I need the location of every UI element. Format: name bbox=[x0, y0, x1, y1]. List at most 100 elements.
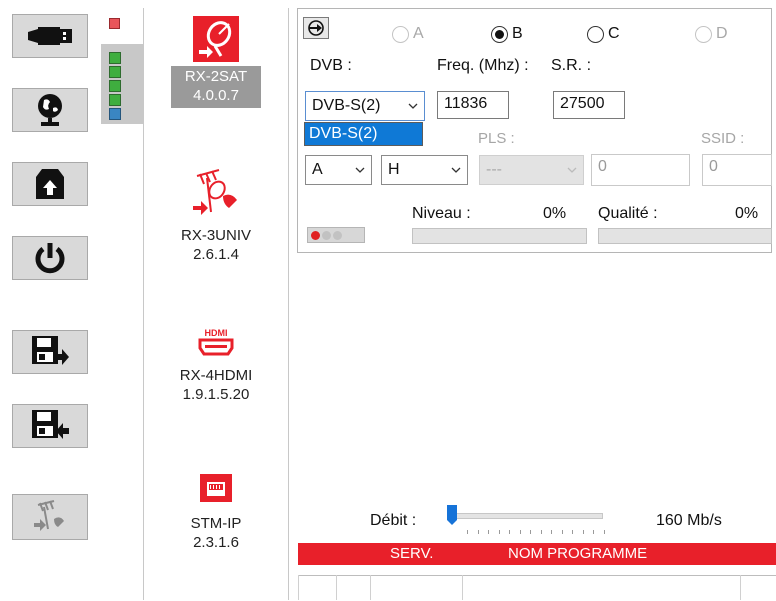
device-name: RX-3UNIV bbox=[180, 227, 251, 244]
radio-circle bbox=[587, 25, 604, 43]
device-name: RX-2SAT bbox=[184, 68, 248, 85]
antenna-config-button[interactable] bbox=[12, 494, 88, 540]
usb-button[interactable] bbox=[12, 14, 88, 58]
module-led-4 bbox=[109, 94, 121, 106]
radio-label: A bbox=[413, 25, 424, 42]
usb-icon bbox=[28, 27, 72, 45]
lock-led-3 bbox=[333, 230, 342, 240]
niveau-label: Niveau : bbox=[412, 205, 471, 222]
debit-label: Débit : bbox=[370, 512, 417, 529]
device-name: STM-IP bbox=[190, 515, 242, 532]
device-stm-ip[interactable]: STM-IP 2.3.1.6 bbox=[144, 470, 288, 552]
dvb-option[interactable]: DVB-S(2) bbox=[309, 125, 377, 142]
firmware-box-icon bbox=[36, 169, 64, 199]
antenna-cable-icon bbox=[193, 169, 237, 215]
polarity-select[interactable]: H bbox=[381, 155, 468, 185]
slider-tick bbox=[561, 530, 563, 534]
toolbar bbox=[0, 0, 100, 600]
ssid-input[interactable]: 0 bbox=[702, 154, 772, 186]
radio-circle bbox=[392, 25, 409, 43]
debit-slider-thumb[interactable] bbox=[447, 505, 457, 525]
lock-indicator bbox=[307, 227, 365, 243]
chevron-down-icon bbox=[567, 167, 577, 173]
dvb-option-list[interactable]: DVB-S(2) bbox=[304, 122, 423, 146]
module-led-5 bbox=[109, 108, 121, 120]
qualite-meter bbox=[598, 228, 772, 244]
save-export-button[interactable] bbox=[12, 330, 88, 374]
slider-tick bbox=[467, 530, 468, 534]
qualite-value: 0% bbox=[735, 205, 759, 222]
slider-tick bbox=[603, 530, 605, 534]
input-radio-a[interactable]: A bbox=[392, 25, 424, 43]
save-export-icon bbox=[32, 336, 69, 365]
input-radio-d[interactable]: D bbox=[695, 25, 728, 43]
polarity-band-select[interactable]: A bbox=[305, 155, 372, 185]
qualite-label: Qualité : bbox=[598, 205, 658, 222]
alarm-indicator bbox=[109, 18, 120, 29]
enter-arrow-icon bbox=[308, 20, 324, 36]
device-name: RX-4HDMI bbox=[179, 367, 253, 384]
pls-input[interactable]: 0 bbox=[591, 154, 690, 186]
slider-tick bbox=[488, 530, 489, 534]
device-label: RX-3UNIV 2.6.1.4 bbox=[144, 226, 288, 264]
device-rx-2sat[interactable]: RX-2SAT 4.0.0.7 bbox=[144, 16, 288, 108]
slider-tick bbox=[509, 530, 510, 534]
apply-button[interactable] bbox=[303, 17, 329, 39]
sr-input[interactable]: 27500 bbox=[553, 91, 625, 119]
slider-tick bbox=[540, 530, 542, 534]
slider-tick bbox=[530, 530, 531, 534]
debit-slider-track[interactable] bbox=[449, 513, 603, 519]
sr-label: S.R. : bbox=[551, 57, 592, 74]
antenna-config-icon bbox=[34, 500, 64, 531]
device-version: 2.3.1.6 bbox=[193, 534, 239, 551]
power-icon bbox=[35, 243, 65, 274]
module-status-stack bbox=[101, 44, 143, 124]
device-label: RX-2SAT 4.0.0.7 bbox=[171, 66, 261, 108]
device-label: STM-IP 2.3.1.6 bbox=[144, 514, 288, 552]
column-serv[interactable]: SERV. bbox=[390, 545, 433, 562]
load-import-icon bbox=[32, 410, 69, 439]
device-list: RX-2SAT 4.0.0.7 RX-3UNIV 2.6.1.4 HDMI RX… bbox=[143, 8, 289, 600]
slider-tick bbox=[551, 530, 552, 534]
table-gridline bbox=[370, 575, 371, 600]
pls-select-value: --- bbox=[486, 161, 502, 178]
radio-label: B bbox=[512, 25, 523, 42]
pls-mode-select[interactable]: --- bbox=[479, 155, 584, 185]
radio-circle bbox=[695, 25, 712, 43]
table-gridline bbox=[462, 575, 463, 600]
device-label: RX-4HDMI 1.9.1.5.20 bbox=[144, 366, 288, 404]
device-rx-4hdmi[interactable]: HDMI RX-4HDMI 1.9.1.5.20 bbox=[144, 326, 288, 404]
input-radio-b[interactable]: B bbox=[491, 25, 523, 43]
power-button[interactable] bbox=[12, 236, 88, 280]
column-nom-programme[interactable]: NOM PROGRAMME bbox=[508, 545, 647, 562]
slider-tick bbox=[593, 530, 594, 534]
module-led-1 bbox=[109, 52, 121, 64]
lock-led-2 bbox=[322, 230, 331, 240]
chevron-down-icon bbox=[408, 103, 418, 109]
input-radio-c[interactable]: C bbox=[587, 25, 620, 43]
table-gridline bbox=[298, 575, 299, 600]
chevron-down-icon bbox=[451, 167, 461, 173]
chevron-down-icon bbox=[355, 167, 365, 173]
network-button[interactable] bbox=[12, 88, 88, 132]
load-import-button[interactable] bbox=[12, 404, 88, 448]
device-version: 2.6.1.4 bbox=[193, 246, 239, 263]
lock-led-1 bbox=[311, 230, 320, 240]
firmware-button[interactable] bbox=[12, 162, 88, 206]
niveau-meter bbox=[412, 228, 587, 244]
hdmi-icon: HDMI bbox=[198, 328, 234, 356]
radio-label: C bbox=[608, 25, 620, 42]
device-version: 1.9.1.5.20 bbox=[182, 386, 250, 403]
satellite-dish-icon bbox=[193, 16, 239, 62]
module-led-2 bbox=[109, 66, 121, 78]
debit-value: 160 Mb/s bbox=[656, 512, 722, 529]
freq-input[interactable]: 11836 bbox=[437, 91, 509, 119]
band-select-value: A bbox=[312, 161, 323, 178]
slider-tick bbox=[498, 530, 500, 534]
radio-circle bbox=[491, 25, 508, 43]
polarity-select-value: H bbox=[388, 161, 400, 178]
table-gridline bbox=[740, 575, 741, 600]
slider-tick bbox=[582, 530, 584, 534]
device-rx-3univ[interactable]: RX-3UNIV 2.6.1.4 bbox=[144, 166, 288, 264]
dvb-select[interactable]: DVB-S(2) bbox=[305, 91, 425, 121]
